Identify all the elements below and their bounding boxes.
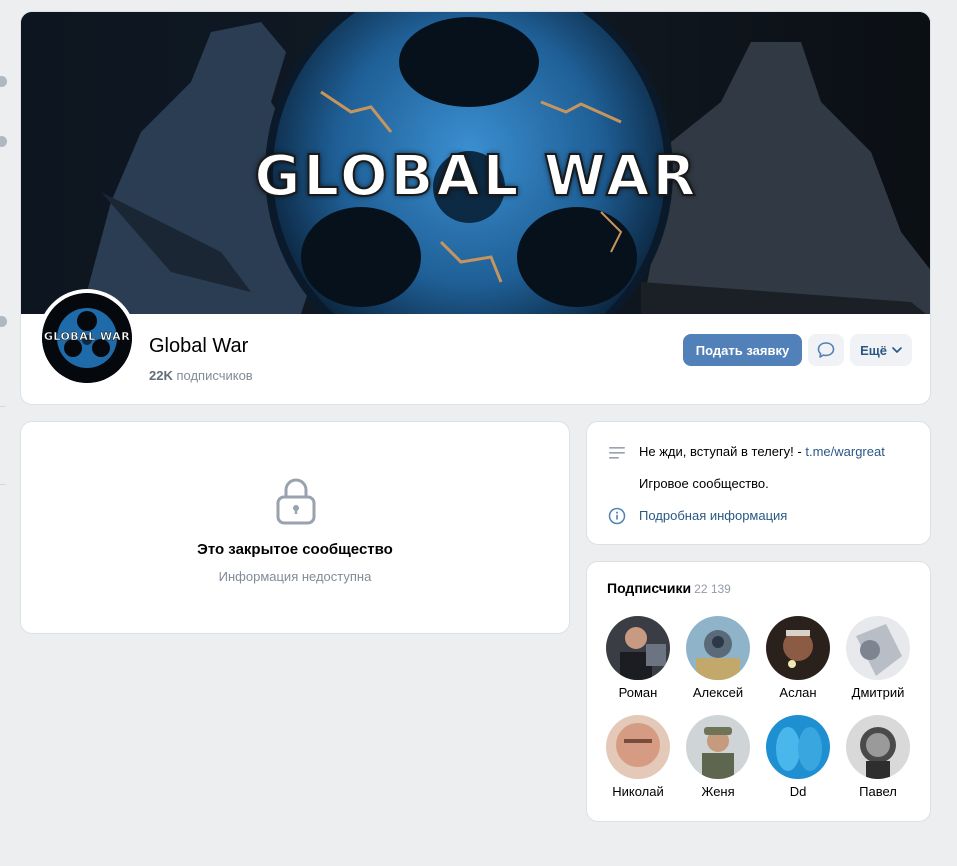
member-name: Павел	[859, 784, 897, 799]
member-avatar	[846, 715, 910, 779]
member-name: Алексей	[692, 685, 744, 700]
details-link[interactable]: Подробная информация	[639, 508, 787, 523]
member-avatar	[766, 616, 830, 680]
apply-button[interactable]: Подать заявку	[683, 334, 802, 366]
member-avatar	[686, 715, 750, 779]
avatar-text: GLOBAL WAR	[43, 330, 131, 343]
group-header-card: GLOBAL WAR GLOBAL WAR Global War 22K под…	[20, 11, 931, 405]
members-header[interactable]: Подписчики 22 139	[607, 580, 731, 596]
info-icon	[608, 507, 626, 525]
subscribers-word: подписчиков	[176, 368, 253, 383]
member-avatar	[686, 616, 750, 680]
sidebar-edge-divider	[0, 484, 6, 485]
member-name: Николай	[612, 784, 664, 799]
status-text: Не жди, вступай в телегу! - t.me/wargrea…	[639, 444, 885, 459]
member-name: Роман	[618, 685, 658, 700]
lock-icon	[276, 478, 316, 525]
cover-title: GLOBAL WAR	[253, 143, 699, 210]
member-name: Женя	[701, 784, 735, 799]
member-name: Дмитрий	[851, 685, 905, 700]
lines-icon	[609, 447, 625, 459]
message-button[interactable]	[808, 334, 844, 366]
group-name: Global War	[149, 335, 249, 357]
member-item[interactable]: Дмитрий	[838, 616, 918, 700]
member-item[interactable]: Женя	[678, 715, 758, 799]
sidebar-edge-divider	[0, 406, 6, 407]
sidebar-edge-dot	[0, 136, 7, 147]
member-item[interactable]: Роман	[598, 616, 678, 700]
subscribers-count[interactable]: 22K подписчиков	[149, 368, 253, 383]
member-item[interactable]: Dd	[758, 715, 838, 799]
closed-title: Это закрытое сообщество	[197, 541, 393, 558]
sidebar-edge-dot	[0, 316, 7, 327]
group-avatar[interactable]: GLOBAL WAR	[38, 289, 136, 387]
more-label: Ещё	[860, 342, 887, 358]
closed-subtitle: Информация недоступна	[218, 569, 372, 584]
member-name: Dd	[789, 784, 807, 799]
telegram-link[interactable]: t.me/wargreat	[805, 444, 884, 459]
member-avatar	[606, 715, 670, 779]
members-card: Подписчики 22 139 Роман Алексей Аслан Дми…	[586, 561, 931, 822]
group-description: Игровое сообщество.	[639, 476, 769, 491]
cover-image: GLOBAL WAR	[21, 12, 930, 314]
members-title: Подписчики	[607, 580, 692, 596]
member-item[interactable]: Николай	[598, 715, 678, 799]
subscribers-short: 22K	[149, 368, 173, 383]
member-avatar	[606, 616, 670, 680]
member-item[interactable]: Павел	[838, 715, 918, 799]
message-icon	[817, 342, 835, 358]
more-button[interactable]: Ещё	[850, 334, 912, 366]
chevron-down-icon	[892, 347, 902, 353]
members-count: 22 139	[694, 582, 731, 596]
member-avatar	[846, 616, 910, 680]
member-item[interactable]: Алексей	[678, 616, 758, 700]
closed-community-card: Это закрытое сообщество Информация недос…	[20, 421, 570, 634]
status-text-body: Не жди, вступай в телегу! -	[639, 444, 806, 459]
group-info-card: Не жди, вступай в телегу! - t.me/wargrea…	[586, 421, 931, 545]
member-name: Аслан	[779, 685, 817, 700]
sidebar-edge-dot	[0, 76, 7, 87]
member-item[interactable]: Аслан	[758, 616, 838, 700]
member-avatar	[766, 715, 830, 779]
